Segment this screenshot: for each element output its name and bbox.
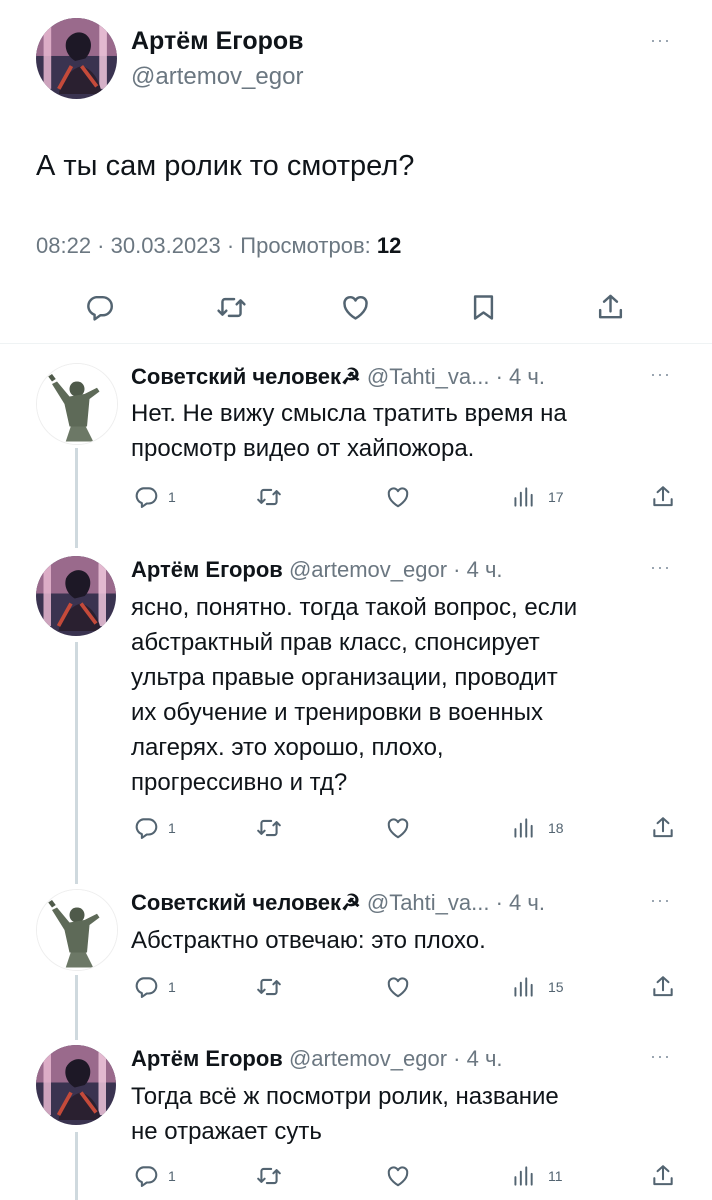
retweet-icon[interactable] <box>256 1163 282 1189</box>
retweet-icon[interactable] <box>256 974 282 1000</box>
tweet-text: А ты сам ролик то смотрел? <box>36 150 415 182</box>
like-icon[interactable] <box>385 484 411 510</box>
reply-time[interactable]: · 4 ч. <box>453 557 502 582</box>
reply-time[interactable]: · 4 ч. <box>496 364 545 389</box>
views-icon[interactable] <box>510 974 536 1000</box>
reply-count: 1 <box>168 489 176 505</box>
reply-text: ясно, понятно. тогда такой вопрос, если … <box>131 590 671 800</box>
reply-text: Нет. Не вижу смысла тратить время на про… <box>131 396 671 466</box>
reply-icon[interactable] <box>133 974 159 1000</box>
retweet-icon[interactable] <box>256 484 282 510</box>
thread-line <box>75 448 78 548</box>
share-icon[interactable] <box>650 1163 676 1189</box>
avatar-image <box>36 1045 116 1125</box>
text-line: Тогда всё ж посмотри ролик, название <box>131 1083 559 1110</box>
author-name[interactable]: Артём Егоров <box>131 27 304 56</box>
views-count: 18 <box>548 820 564 836</box>
reply-header: Артём Егоров @artemov_egor · 4 ч. <box>131 1046 503 1072</box>
views-icon[interactable] <box>510 815 536 841</box>
like-icon[interactable] <box>385 1163 411 1189</box>
reply-count: 1 <box>168 979 176 995</box>
reply-icon[interactable] <box>133 484 159 510</box>
author-avatar[interactable] <box>36 18 117 99</box>
retweet-icon[interactable] <box>216 292 247 323</box>
reply-author-name[interactable]: Артём Егоров <box>131 557 283 582</box>
text-line: их обучение и тренировки в военных <box>131 699 543 726</box>
views-count: 17 <box>548 489 564 505</box>
reply-avatar[interactable] <box>36 1045 116 1125</box>
reply-text: Тогда всё ж посмотри ролик, название не … <box>131 1079 671 1149</box>
views-icon[interactable] <box>510 484 536 510</box>
like-icon[interactable] <box>340 292 371 323</box>
like-icon[interactable] <box>385 815 411 841</box>
more-options-icon[interactable]: ··· <box>650 890 671 911</box>
author-handle[interactable]: @artemov_egor <box>131 63 303 91</box>
share-icon[interactable] <box>595 292 626 323</box>
thread-line <box>75 642 78 884</box>
views-icon[interactable] <box>510 1163 536 1189</box>
reply-time[interactable]: · 4 ч. <box>453 1046 502 1071</box>
reply-handle[interactable]: @artemov_egor <box>289 557 447 582</box>
reply-time[interactable]: · 4 ч. <box>496 890 545 915</box>
avatar-image <box>36 556 116 636</box>
text-line: не отражает суть <box>131 1118 322 1145</box>
bookmark-icon[interactable] <box>468 292 499 323</box>
tweet-timestamp[interactable]: 08:22 · 30.03.2023 · <box>36 233 240 258</box>
reply-avatar[interactable] <box>36 889 118 971</box>
text-line: абстрактный прав класс, спонсирует <box>131 629 540 656</box>
share-icon[interactable] <box>650 974 676 1000</box>
divider <box>0 343 712 344</box>
share-icon[interactable] <box>650 484 676 510</box>
more-options-icon[interactable]: ··· <box>650 1046 671 1067</box>
reply-author-name[interactable]: Советский человек☭ <box>131 364 361 389</box>
text-line: Абстрактно отвечаю: это плохо. <box>131 927 486 954</box>
reply-author-name[interactable]: Артём Егоров <box>131 1046 283 1071</box>
reply-avatar[interactable] <box>36 556 116 636</box>
reply-header: Артём Егоров @artemov_egor · 4 ч. <box>131 557 503 583</box>
text-line: прогрессивно и тд? <box>131 769 348 796</box>
reply-handle[interactable]: @artemov_egor <box>289 1046 447 1071</box>
reply-handle[interactable]: @Tahti_va... <box>367 890 490 915</box>
text-line: Нет. Не вижу смысла тратить время на <box>131 400 567 427</box>
retweet-icon[interactable] <box>256 815 282 841</box>
more-options-icon[interactable]: ··· <box>650 557 671 578</box>
reply-header: Советский человек☭ @Tahti_va... · 4 ч. <box>131 364 545 390</box>
text-line: ультра правые организации, проводит <box>131 664 558 691</box>
views-count: 15 <box>548 979 564 995</box>
text-line: ясно, понятно. тогда такой вопрос, если <box>131 594 578 621</box>
reply-icon[interactable] <box>133 1163 159 1189</box>
reply-text: Абстрактно отвечаю: это плохо. <box>131 923 671 958</box>
more-options-icon[interactable]: ··· <box>650 30 671 51</box>
views-count: 12 <box>376 233 402 258</box>
avatar-image <box>37 890 117 970</box>
thread-line <box>75 975 78 1040</box>
avatar-image <box>37 364 117 444</box>
reply-count: 1 <box>168 1168 176 1184</box>
reply-header: Советский человек☭ @Tahti_va... · 4 ч. <box>131 890 545 916</box>
reply-count: 1 <box>168 820 176 836</box>
tweet-meta: 08:22 · 30.03.2023 · Просмотров: 12 <box>36 233 401 259</box>
share-icon[interactable] <box>650 815 676 841</box>
like-icon[interactable] <box>385 974 411 1000</box>
reply-icon[interactable] <box>84 292 115 323</box>
reply-icon[interactable] <box>133 815 159 841</box>
reply-avatar[interactable] <box>36 363 118 445</box>
avatar-image <box>36 18 117 99</box>
reply-handle[interactable]: @Tahti_va... <box>367 364 490 389</box>
views-label: Просмотров: <box>240 233 377 258</box>
text-line: лагерях. это хорошо, плохо, <box>131 734 444 761</box>
thread-line <box>75 1132 78 1200</box>
reply-author-name[interactable]: Советский человек☭ <box>131 890 361 915</box>
views-count: 11 <box>548 1168 563 1184</box>
more-options-icon[interactable]: ··· <box>650 364 671 385</box>
text-line: просмотр видео от хайпожора. <box>131 435 475 462</box>
